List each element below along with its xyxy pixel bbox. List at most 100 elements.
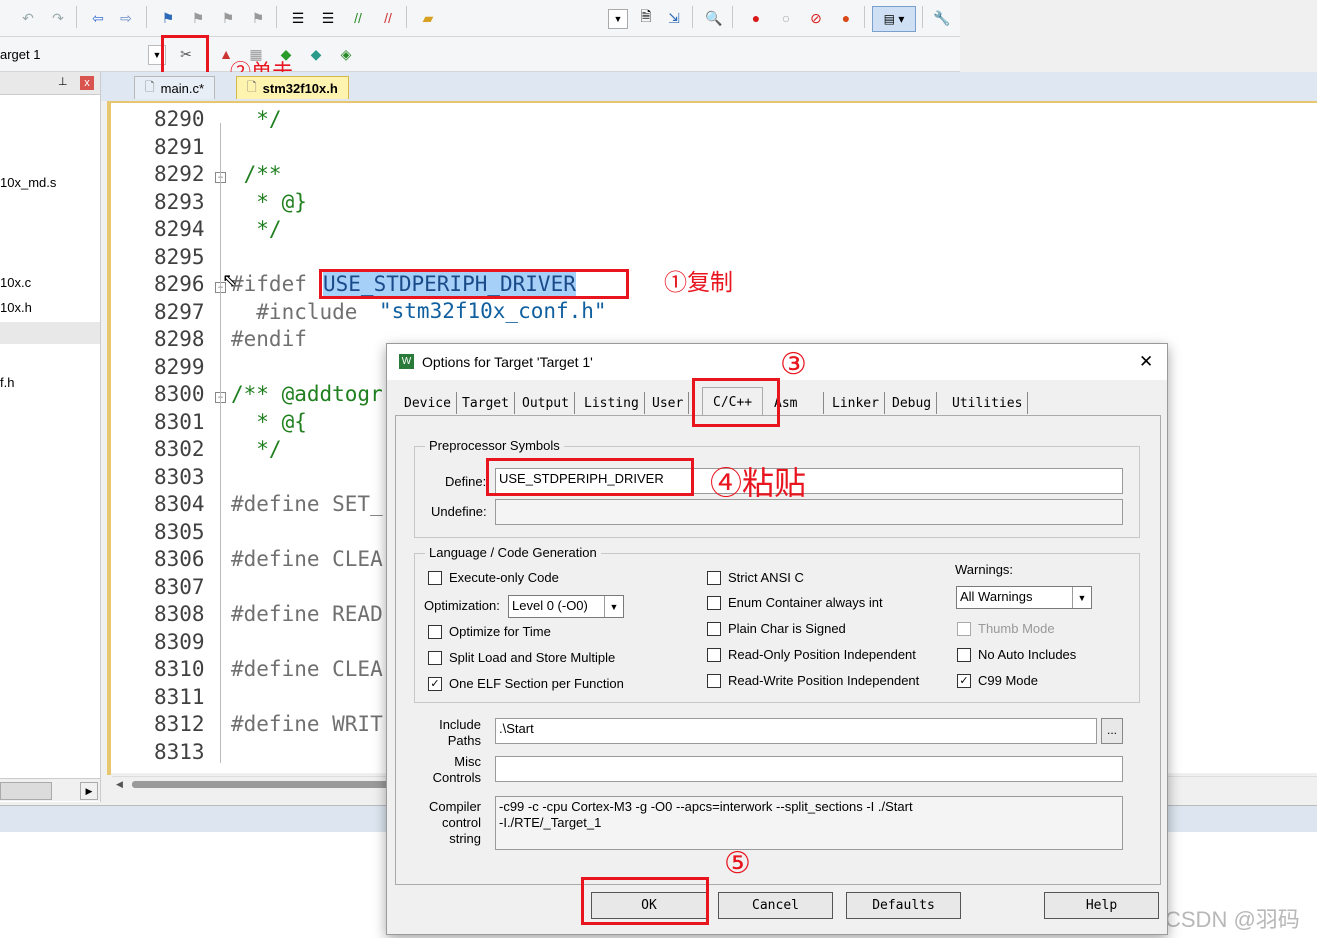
code-line: */ — [231, 437, 282, 461]
line-number: 8302 — [154, 437, 205, 461]
comment-icon[interactable]: // — [348, 8, 368, 28]
enum-container-checkbox[interactable] — [707, 596, 721, 610]
annotation-paste: ④粘贴 — [710, 465, 807, 501]
one-elf-checkbox[interactable]: ✓ — [428, 677, 442, 691]
clear-bookmarks-icon[interactable]: ⚑ — [248, 8, 268, 28]
close-panel-icon[interactable]: x — [80, 76, 94, 90]
tab-output[interactable]: Output — [517, 392, 575, 414]
prev-bookmark-icon[interactable]: ⚑ — [188, 8, 208, 28]
ro-pos-checkbox[interactable] — [707, 648, 721, 662]
project-file-item[interactable]: 10x.c — [0, 275, 31, 290]
rw-pos-checkbox[interactable] — [707, 674, 721, 688]
dialog-title: Options for Target 'Target 1' — [422, 354, 593, 370]
forward-icon[interactable]: ⇨ — [116, 8, 136, 28]
project-panel: ⊥ x 10x_md.s 10x.c 10x.h f.h ▶ — [0, 72, 101, 802]
redo-icon[interactable]: ↷ — [48, 8, 68, 28]
open-folder-icon[interactable]: ▰ — [418, 8, 438, 28]
line-number: 8306 — [154, 547, 205, 571]
indent-icon[interactable]: ☰ — [288, 8, 308, 28]
search-combo[interactable]: ▼ — [608, 9, 628, 29]
code-line: #include — [231, 299, 371, 324]
warnings-select[interactable]: All Warnings ▼ — [956, 586, 1092, 609]
file-icon: 🗋 — [247, 79, 257, 94]
undefine-field[interactable] — [495, 499, 1123, 525]
keil-app-icon: W — [399, 354, 414, 369]
optimization-select[interactable]: Level 0 (-O0) ▼ — [508, 595, 624, 618]
chevron-down-icon: ▼ — [1072, 587, 1091, 608]
left-hscroll[interactable]: ▶ — [0, 778, 100, 801]
code-line: */ — [231, 107, 282, 131]
disable-all-breakpoints-icon[interactable]: ● — [836, 8, 856, 28]
build-toolbar: arget 1 ▼ ✂ ▲ ▦ ◆ ◆ ◈ — [0, 37, 960, 72]
unindent-icon[interactable]: ☰ — [318, 8, 338, 28]
debug-icon[interactable]: 🔍 — [704, 8, 724, 28]
bookmark-icon[interactable]: ⚑ — [158, 8, 178, 28]
tab-device[interactable]: Device — [399, 392, 457, 414]
line-number: 8313 — [154, 739, 205, 764]
misc-controls-field[interactable] — [495, 756, 1123, 782]
include-paths-field[interactable]: .\Start — [495, 718, 1097, 744]
plain-char-checkbox[interactable] — [707, 622, 721, 636]
code-line: * @{ — [231, 409, 307, 434]
configure-icon[interactable]: 🔧 — [932, 8, 952, 28]
execute-only-label: Execute-only Code — [449, 570, 559, 585]
tab-utilities[interactable]: Utilities — [947, 392, 1029, 414]
plain-char-label: Plain Char is Signed — [728, 621, 846, 636]
tab-stm32f10x-h[interactable]: 🗋 stm32f10x.h — [236, 76, 349, 99]
thumb-mode-label: Thumb Mode — [978, 621, 1055, 636]
scroll-right-arrow-icon[interactable]: ▶ — [80, 782, 98, 800]
annotation-copy: ①复制 — [664, 269, 733, 295]
line-number: 8295 — [154, 244, 205, 269]
component-icon[interactable]: ◈ — [336, 44, 356, 64]
main-toolbar: ↶ ↷ ⇦ ⇨ ⚑ ⚑ ⚑ ⚑ ☰ ☰ // // ▰ ▼ 🗎 ⇲ 🔍 ● ○ … — [0, 0, 960, 37]
target-label: arget 1 — [0, 47, 41, 62]
line-number: 8291 — [154, 134, 205, 159]
undo-icon[interactable]: ↶ — [18, 8, 38, 28]
pack-installer-icon[interactable]: ◆ — [306, 44, 326, 64]
tab-debug[interactable]: Debug — [887, 392, 938, 414]
scroll-thumb[interactable] — [132, 781, 392, 788]
tab-target[interactable]: Target — [457, 392, 515, 414]
uncomment-icon[interactable]: // — [378, 8, 398, 28]
execute-only-checkbox[interactable] — [428, 571, 442, 585]
tab-main-c[interactable]: 🗋 main.c* — [134, 76, 216, 99]
tab-user[interactable]: User — [647, 392, 690, 414]
line-number: 8300 — [154, 382, 205, 406]
kill-breakpoints-icon[interactable]: ⊘ — [806, 8, 826, 28]
defaults-button[interactable]: Defaults — [846, 892, 961, 919]
scroll-left-arrow-icon[interactable]: ◀ — [116, 779, 123, 790]
help-button[interactable]: Help — [1044, 892, 1159, 919]
next-bookmark-icon[interactable]: ⚑ — [218, 8, 238, 28]
dialog-close-button[interactable]: ✕ — [1139, 352, 1153, 372]
c99-mode-checkbox[interactable]: ✓ — [957, 674, 971, 688]
split-load-checkbox[interactable] — [428, 651, 442, 665]
line-number: 8292 — [154, 162, 205, 186]
pin-icon[interactable]: ⊥ — [58, 75, 68, 88]
strict-ansi-checkbox[interactable] — [707, 571, 721, 585]
find-in-files-icon[interactable]: ⇲ — [664, 8, 684, 28]
line-number: 8290 — [154, 107, 205, 131]
thumb-mode-checkbox[interactable] — [957, 622, 971, 636]
line-number: 8301 — [154, 409, 205, 434]
code-line: */ — [231, 217, 282, 241]
project-file-item[interactable]: 10x_md.s — [0, 175, 56, 190]
cancel-button[interactable]: Cancel — [718, 892, 833, 919]
project-file-item[interactable]: 10x.h — [0, 300, 32, 315]
line-number: 8311 — [154, 684, 205, 709]
disable-breakpoint-icon[interactable]: ○ — [776, 8, 796, 28]
optimize-time-checkbox[interactable] — [428, 625, 442, 639]
find-icon[interactable]: 🗎 — [636, 8, 656, 28]
optimization-value: Level 0 (-O0) — [512, 598, 588, 613]
back-icon[interactable]: ⇦ — [88, 8, 108, 28]
options-dialog: W Options for Target 'Target 1' ✕ Device… — [386, 343, 1168, 935]
window-layout-button[interactable]: ▤ ▾ — [872, 6, 916, 32]
project-file-item[interactable]: f.h — [0, 375, 14, 390]
line-number: 8305 — [154, 519, 205, 544]
rw-pos-label: Read-Write Position Independent — [728, 673, 920, 688]
breakpoint-icon[interactable]: ● — [746, 8, 766, 28]
browse-include-button[interactable]: ... — [1101, 718, 1123, 744]
no-auto-includes-label: No Auto Includes — [978, 647, 1077, 662]
no-auto-includes-checkbox[interactable] — [957, 648, 971, 662]
tab-listing[interactable]: Listing — [579, 392, 645, 414]
tab-linker[interactable]: Linker — [827, 392, 885, 414]
